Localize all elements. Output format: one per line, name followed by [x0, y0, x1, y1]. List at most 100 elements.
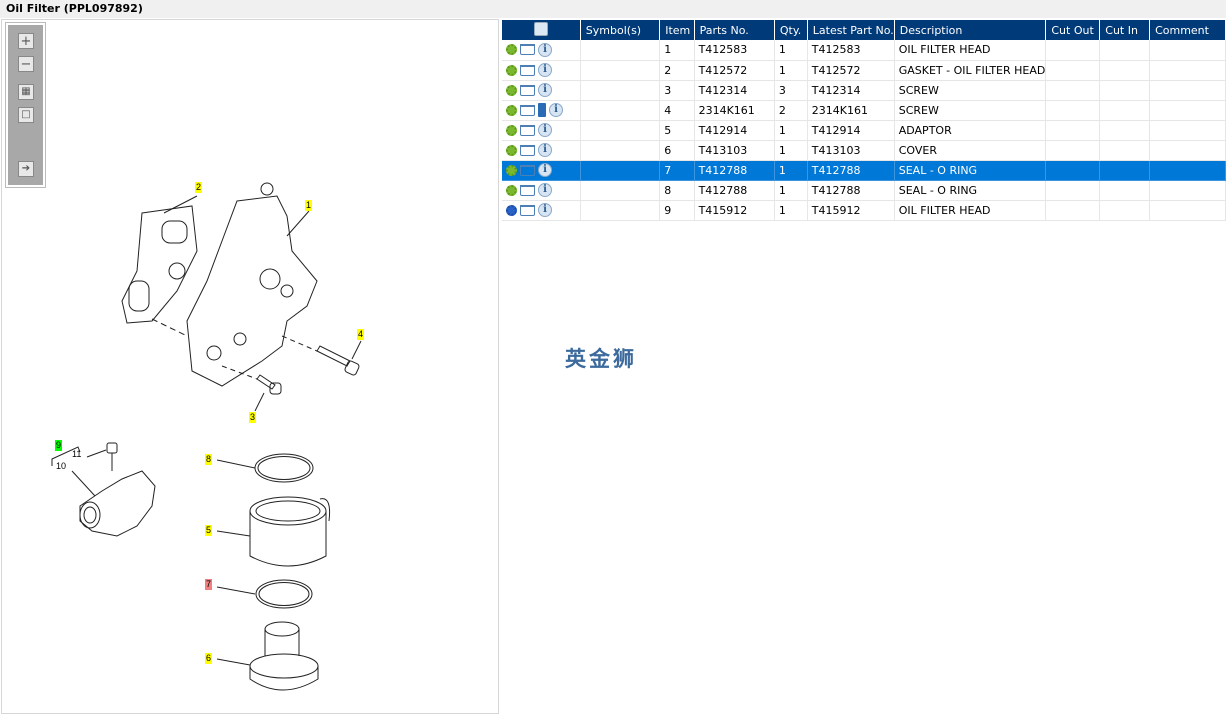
gear-icon[interactable] [506, 44, 517, 56]
cell-item: 1 [659, 40, 695, 61]
info-icon[interactable]: i [538, 203, 552, 217]
cell-desc: OIL FILTER HEAD [894, 40, 1047, 61]
cell-latest: T415912 [807, 200, 895, 221]
cell-empty [1149, 100, 1226, 121]
info-icon[interactable]: i [538, 83, 552, 97]
column-header-symbol-s[interactable]: Symbol(s) [580, 20, 661, 40]
table-row[interactable]: i 3 T412314 3 T412314 SCREW [502, 80, 1226, 101]
column-header-latest-part-no[interactable]: Latest Part No. [807, 20, 895, 40]
callout-1[interactable]: 1 [305, 200, 313, 211]
callout-9[interactable]: 9 [55, 440, 63, 451]
window-title: Oil Filter (PPL097892) [6, 2, 143, 15]
column-header-item[interactable]: Item [659, 20, 695, 40]
diagram-pane[interactable]: 2 1 4 3 9 11 10 8 5 7 6 [1, 19, 499, 714]
column-header-comment[interactable]: Comment [1149, 20, 1226, 40]
gear-icon[interactable] [506, 104, 517, 116]
cart-icon[interactable] [520, 184, 535, 196]
cell-empty [1149, 40, 1226, 61]
cell-empty [580, 200, 661, 221]
gear-icon[interactable] [506, 144, 517, 156]
table-row[interactable]: i 9 T415912 1 T415912 OIL FILTER HEAD [502, 200, 1226, 221]
cell-part: 2314K161 [694, 100, 775, 121]
callout-4[interactable]: 4 [357, 329, 365, 340]
cell-empty [1045, 40, 1101, 61]
cell-part: T412788 [694, 180, 775, 201]
info-icon[interactable]: i [538, 143, 552, 157]
gear-icon[interactable] [506, 124, 517, 136]
callout-6[interactable]: 6 [205, 653, 213, 664]
multi-gear-icon[interactable] [506, 204, 517, 216]
callout-3[interactable]: 3 [249, 412, 257, 423]
cell-empty [1099, 40, 1151, 61]
table-row[interactable]: i 6 T413103 1 T413103 COVER [502, 140, 1226, 161]
table-row[interactable]: i 2 T412572 1 T412572 GASKET - OIL FILTER HEA… [502, 60, 1226, 81]
column-header-description[interactable]: Description [894, 20, 1047, 40]
cart-icon[interactable] [520, 84, 535, 96]
cart-icon[interactable] [520, 44, 535, 56]
cell-empty [580, 40, 661, 61]
cart-icon[interactable] [520, 64, 535, 76]
cell-empty [1045, 100, 1101, 121]
column-header-cut-out[interactable]: Cut Out [1045, 20, 1101, 40]
cart-icon[interactable] [520, 164, 535, 176]
cell-empty [1099, 160, 1151, 181]
cart-icon[interactable] [520, 204, 535, 216]
cell-desc: SEAL - O RING [894, 160, 1047, 181]
cart-icon[interactable] [520, 124, 535, 136]
exploded-parts-diagram [51, 182, 362, 691]
callout-8[interactable]: 8 [205, 454, 213, 465]
cell-desc: COVER [894, 140, 1047, 161]
cell-item: 3 [659, 80, 695, 101]
table-row[interactable]: i 5 T412914 1 T412914 ADAPTOR [502, 120, 1226, 141]
info-icon[interactable]: i [549, 103, 563, 117]
callout-5[interactable]: 5 [205, 525, 213, 536]
info-icon[interactable]: i [538, 163, 552, 177]
column-header-cut-in[interactable]: Cut In [1099, 20, 1151, 40]
cell-empty [1099, 180, 1151, 201]
row-action-icons: i [502, 100, 581, 121]
cell-empty [580, 180, 661, 201]
table-row[interactable]: i 1 T412583 1 T412583 OIL FILTER HEAD [502, 40, 1226, 61]
gear-icon[interactable] [506, 164, 517, 176]
cell-empty [1149, 180, 1226, 201]
cell-desc: ADAPTOR [894, 120, 1047, 141]
cell-item: 7 [659, 160, 695, 181]
cart-icon[interactable] [520, 104, 535, 116]
cell-part: T412788 [694, 160, 775, 181]
zoom-out-button[interactable]: − [18, 56, 34, 72]
table-row[interactable]: i 7 T412788 1 T412788 SEAL - O RING [502, 160, 1226, 181]
column-header-qty[interactable]: Qty. [774, 20, 808, 40]
cell-empty [1099, 200, 1151, 221]
row-action-icons: i [502, 120, 581, 141]
table-row[interactable]: i 8 T412788 1 T412788 SEAL - O RING [502, 180, 1226, 201]
export-button[interactable]: ➔ [18, 161, 34, 177]
cell-empty [1099, 120, 1151, 141]
cell-desc: GASKET - OIL FILTER HEAD [894, 60, 1047, 81]
fit-page-button[interactable]: □ [18, 107, 34, 123]
callout-2[interactable]: 2 [195, 182, 203, 193]
cart-icon[interactable] [520, 144, 535, 156]
cell-latest: 2314K161 [807, 100, 895, 121]
callout-7[interactable]: 7 [205, 579, 213, 590]
search-preview-icon[interactable] [533, 21, 548, 36]
cell-desc: OIL FILTER HEAD [894, 200, 1047, 221]
column-header-search[interactable] [502, 20, 581, 40]
fit-all-button[interactable]: ▦ [18, 84, 34, 100]
info-icon[interactable]: i [538, 123, 552, 137]
info-icon[interactable]: i [538, 42, 552, 57]
callout-10[interactable]: 10 [55, 461, 67, 472]
callout-11[interactable]: 11 [71, 449, 82, 460]
gear-icon[interactable] [506, 184, 517, 196]
cell-empty [580, 60, 661, 81]
cell-qty: 1 [774, 200, 808, 221]
book-icon[interactable] [538, 103, 546, 117]
cell-empty [1045, 200, 1101, 221]
info-icon[interactable]: i [538, 63, 552, 77]
info-icon[interactable]: i [538, 183, 552, 197]
table-row[interactable]: i 4 2314K161 2 2314K161 SCREW [502, 100, 1226, 121]
column-header-parts-no[interactable]: Parts No. [694, 20, 775, 40]
gear-icon[interactable] [506, 84, 517, 96]
row-action-icons: i [502, 140, 581, 161]
zoom-in-button[interactable]: + [18, 33, 34, 49]
gear-icon[interactable] [506, 64, 517, 76]
